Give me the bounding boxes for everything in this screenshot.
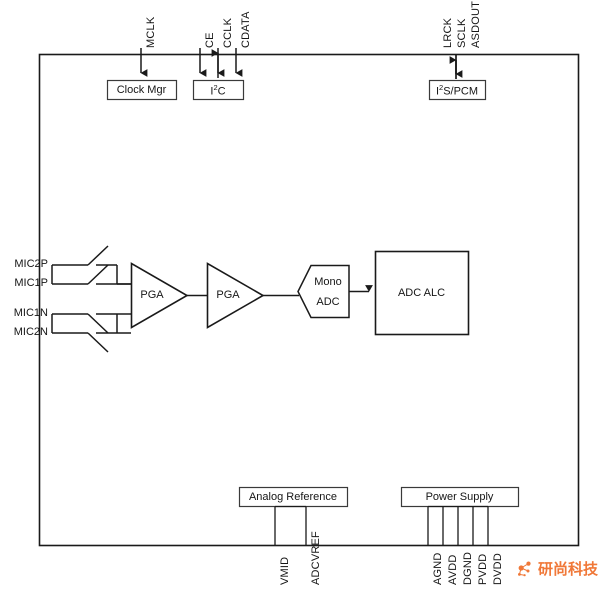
mic-input-network [52,245,131,353]
pin-label-sclk: SCLK [456,18,468,48]
i2c-label-suffix: C [217,85,226,98]
pin-label-ce: CE [204,32,216,48]
i2s-label-suffix: S/PCM [443,85,479,98]
pin-label-vmid: VMID [279,556,291,585]
pin-label-lrck: LRCK [442,17,454,48]
block-label-clock-mgr: Clock Mgr [116,84,167,96]
block-label-power-supply: Power Supply [425,491,494,503]
pin-label-cdata: CDATA [240,11,252,48]
block-diagram-canvas: MCLK CE CCLK CDATA LRCK SCLK ASDOUT Cloc… [0,0,600,592]
molecule-icon [518,561,531,577]
mic-label-mic1p: MIC1P [14,277,48,289]
mic-label-mic2p: MIC2P [14,258,48,270]
pin-label-dgnd: DGND [462,551,474,585]
block-label-mono-adc: Mono ADC [306,276,350,308]
block-label-i2s-pcm: I2S/PCM [429,83,485,98]
mic-label-mic1n: MIC1N [13,307,48,319]
mono-adc-line-1: Mono [314,276,342,288]
pin-label-pvdd: PVDD [477,553,489,585]
pin-label-mclk: MCLK [145,16,157,48]
pin-label-dvdd: DVDD [492,553,504,585]
mic-label-mic2n: MIC2N [13,326,48,338]
watermark-text: 研尚科技 [538,559,599,578]
block-label-i2c: I2C [193,83,243,98]
block-label-analog-reference: Analog Reference [248,491,338,503]
pin-label-cclk: CCLK [222,17,234,48]
watermark: 研尚科技 [516,560,598,578]
pin-label-avdd: AVDD [447,554,459,585]
block-label-pga-2: PGA [216,289,240,301]
pin-label-agnd: AGND [432,552,444,585]
block-label-adc-alc: ADC ALC [397,287,446,299]
analog-reference-pin-wires [274,505,307,545]
power-supply-pin-wires [427,505,489,545]
mono-adc-line-2: ADC [316,295,340,308]
pin-label-asdout: ASDOUT [470,0,482,48]
pin-label-adcvref: ADCVREF [310,531,322,585]
block-label-pga-1: PGA [140,289,164,301]
